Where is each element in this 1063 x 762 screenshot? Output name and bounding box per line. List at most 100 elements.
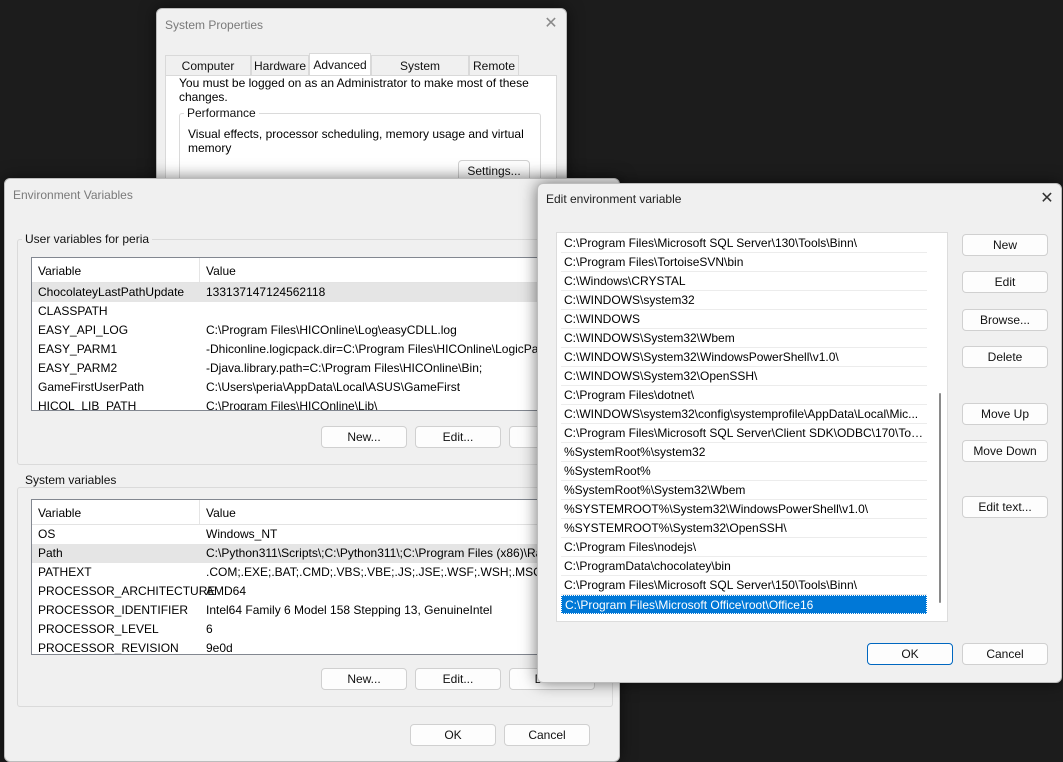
path-entry[interactable]: %SystemRoot%\system32 xyxy=(561,443,927,462)
browse-button[interactable]: Browse... xyxy=(962,309,1048,331)
new-button[interactable]: New xyxy=(962,234,1048,256)
variable-name: PROCESSOR_IDENTIFIER xyxy=(38,603,189,617)
path-entry[interactable]: C:\Program Files\dotnet\ xyxy=(561,386,927,405)
delete-button[interactable]: Delete xyxy=(962,346,1048,368)
system-variables-label: System variables xyxy=(22,473,120,487)
column-header-variable[interactable]: Variable xyxy=(38,264,81,278)
path-entry[interactable]: C:\WINDOWS xyxy=(561,310,927,329)
edit-environment-variable-window: Edit environment variable ✕ C:\Program F… xyxy=(537,183,1062,683)
table-row[interactable]: EASY_API_LOG C:\Program Files\HICOnline\… xyxy=(32,321,610,340)
performance-description: Visual effects, processor scheduling, me… xyxy=(188,127,524,155)
user-variables-header: Variable Value xyxy=(32,258,610,283)
path-entry[interactable]: C:\ProgramData\chocolatey\bin xyxy=(561,557,927,576)
path-entry[interactable]: C:\Program Files\Microsoft SQL Server\Cl… xyxy=(561,424,927,443)
table-row[interactable]: PROCESSOR_IDENTIFIER Intel64 Family 6 Mo… xyxy=(32,601,610,620)
system-properties-window: System Properties ✕ Computer Name Hardwa… xyxy=(156,8,567,199)
user-new-button[interactable]: New... xyxy=(321,426,407,448)
path-entry[interactable]: C:\Program Files\Microsoft SQL Server\13… xyxy=(561,234,927,253)
scrollbar-thumb[interactable] xyxy=(939,393,941,603)
path-entry[interactable]: C:\Program Files\Microsoft Office\root\O… xyxy=(561,595,927,614)
variable-value: -Dhiconline.logicpack.dir=C:\Program Fil… xyxy=(206,342,539,356)
path-entry[interactable]: C:\WINDOWS\System32\Wbem xyxy=(561,329,927,348)
system-variables-list[interactable]: Variable Value OS Windows_NT Path C:\Pyt… xyxy=(31,499,611,655)
table-row[interactable]: GameFirstUserPath C:\Users\peria\AppData… xyxy=(32,378,610,397)
variable-value: C:\Program Files\HICOnline\Log\easyCDLL.… xyxy=(206,323,457,337)
tab-advanced[interactable]: Advanced xyxy=(309,53,371,76)
table-row[interactable]: ChocolateyLastPathUpdate 133137147124562… xyxy=(32,283,610,302)
table-row[interactable]: PATHEXT .COM;.EXE;.BAT;.CMD;.VBS;.VBE;.J… xyxy=(32,563,610,582)
admin-note: You must be logged on as an Administrato… xyxy=(179,76,529,104)
environment-variables-title: Environment Variables xyxy=(13,188,133,202)
performance-label: Performance xyxy=(184,106,259,120)
variable-value: Windows_NT xyxy=(206,527,278,541)
system-new-button[interactable]: New... xyxy=(321,668,407,690)
system-variables-header: Variable Value xyxy=(32,500,610,525)
tab-remote[interactable]: Remote xyxy=(469,55,519,75)
ok-button[interactable]: OK xyxy=(410,724,496,746)
edit-button[interactable]: Edit xyxy=(962,271,1048,293)
column-header-value[interactable]: Value xyxy=(206,264,236,278)
variable-name: OS xyxy=(38,527,56,541)
variable-value: C:\Program Files\HICOnline\Lib\ xyxy=(206,399,378,411)
user-edit-button[interactable]: Edit... xyxy=(415,426,501,448)
table-row[interactable]: CLASSPATH xyxy=(32,302,610,321)
variable-value: C:\Users\peria\AppData\Local\ASUS\GameFi… xyxy=(206,380,461,394)
variable-name: ChocolateyLastPathUpdate xyxy=(38,285,185,299)
table-row[interactable]: OS Windows_NT xyxy=(32,525,610,544)
variable-name: HICOL_LIB_PATH xyxy=(38,399,137,411)
path-entry[interactable]: C:\Program Files\Microsoft SQL Server\15… xyxy=(561,576,927,595)
path-entry[interactable]: %SYSTEMROOT%\System32\WindowsPowerShell\… xyxy=(561,500,927,519)
variable-name: CLASSPATH xyxy=(38,304,108,318)
variable-name: Path xyxy=(38,546,63,560)
variable-value: C:\Python311\Scripts\;C:\Python311\;C:\P… xyxy=(206,546,543,560)
user-variables-list[interactable]: Variable Value ChocolateyLastPathUpdate … xyxy=(31,257,611,411)
move-up-button[interactable]: Move Up xyxy=(962,403,1048,425)
table-row[interactable]: EASY_PARM2 -Djava.library.path=C:\Progra… xyxy=(32,359,610,378)
path-entry[interactable]: C:\Program Files\nodejs\ xyxy=(561,538,927,557)
table-row[interactable]: HICOL_LIB_PATH C:\Program Files\HICOnlin… xyxy=(32,397,610,411)
table-row[interactable]: EASY_PARM1 -Dhiconline.logicpack.dir=C:\… xyxy=(32,340,610,359)
column-header-variable[interactable]: Variable xyxy=(38,506,81,520)
variable-name: GameFirstUserPath xyxy=(38,380,145,394)
system-properties-title: System Properties xyxy=(165,18,264,32)
close-icon[interactable]: ✕ xyxy=(1038,189,1056,207)
path-entry[interactable]: C:\Windows\CRYSTAL xyxy=(561,272,927,291)
table-row[interactable]: PROCESSOR_REVISION 9e0d xyxy=(32,639,610,655)
path-entry[interactable]: C:\WINDOWS\system32\config\systemprofile… xyxy=(561,405,927,424)
system-edit-button[interactable]: Edit... xyxy=(415,668,501,690)
table-row[interactable]: PROCESSOR_LEVEL 6 xyxy=(32,620,610,639)
variable-value: 9e0d xyxy=(206,641,233,655)
tab-hardware[interactable]: Hardware xyxy=(251,55,309,75)
variable-value: 133137147124562118 xyxy=(206,285,326,299)
path-entry[interactable]: %SystemRoot%\System32\Wbem xyxy=(561,481,927,500)
path-entry[interactable]: C:\Program Files\TortoiseSVN\bin xyxy=(561,253,927,272)
cancel-button[interactable]: Cancel xyxy=(504,724,590,746)
path-entry[interactable]: %SystemRoot% xyxy=(561,462,927,481)
close-icon[interactable]: ✕ xyxy=(542,14,560,32)
variable-value: .COM;.EXE;.BAT;.CMD;.VBS;.VBE;.JS;.JSE;.… xyxy=(206,565,587,579)
variable-name: EASY_PARM1 xyxy=(38,342,118,356)
variable-value: Intel64 Family 6 Model 158 Stepping 13, … xyxy=(206,603,493,617)
cancel-button[interactable]: Cancel xyxy=(962,643,1048,665)
variable-value: -Djava.library.path=C:\Program Files\HIC… xyxy=(206,361,483,375)
variable-name: PROCESSOR_REVISION xyxy=(38,641,179,655)
path-entry[interactable]: C:\WINDOWS\System32\WindowsPowerShell\v1… xyxy=(561,348,927,367)
edit-text-button[interactable]: Edit text... xyxy=(962,496,1048,518)
variable-name: PROCESSOR_LEVEL xyxy=(38,622,159,636)
tab-computer-name[interactable]: Computer Name xyxy=(165,55,251,93)
user-variables-label: User variables for peria xyxy=(22,232,153,246)
path-list[interactable]: C:\Program Files\Microsoft SQL Server\13… xyxy=(556,232,948,622)
ok-button[interactable]: OK xyxy=(867,643,953,665)
move-down-button[interactable]: Move Down xyxy=(962,440,1048,462)
variable-name: PATHEXT xyxy=(38,565,92,579)
path-entry[interactable]: %SYSTEMROOT%\System32\OpenSSH\ xyxy=(561,519,927,538)
path-entry[interactable]: C:\WINDOWS\System32\OpenSSH\ xyxy=(561,367,927,386)
table-row[interactable]: Path C:\Python311\Scripts\;C:\Python311\… xyxy=(32,544,610,563)
path-entry[interactable]: C:\WINDOWS\system32 xyxy=(561,291,927,310)
edit-env-title: Edit environment variable xyxy=(546,192,682,206)
table-row[interactable]: PROCESSOR_ARCHITECTURE AMD64 xyxy=(32,582,610,601)
tab-system-protection[interactable]: System Protection xyxy=(371,55,469,93)
path-list-scrollbar[interactable] xyxy=(933,233,947,621)
column-header-value[interactable]: Value xyxy=(206,506,236,520)
environment-variables-window: Environment Variables User variables for… xyxy=(4,178,620,762)
